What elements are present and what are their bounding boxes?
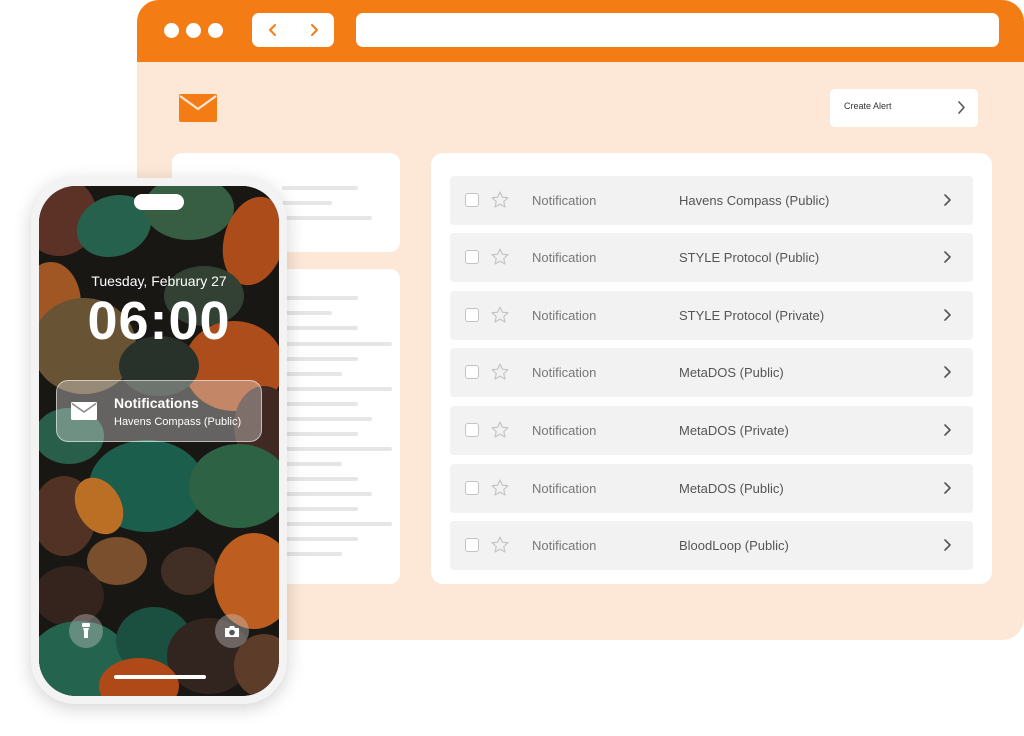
window-dot-close[interactable] [164,23,179,38]
row-type: Notification [532,250,597,265]
row-title: MetaDOS (Public) [679,365,784,380]
create-alert-button[interactable]: Create Alert [830,89,978,127]
placeholder-line [282,417,372,421]
window-dot-maximize[interactable] [208,23,223,38]
star-icon[interactable] [490,478,510,498]
row-type: Notification [532,308,597,323]
star-icon[interactable] [490,535,510,555]
row-checkbox[interactable] [465,481,479,495]
chevron-right-icon [310,24,318,36]
mail-logo-icon [179,94,217,127]
placeholder-line [282,311,332,315]
camera-icon [225,625,239,637]
row-type: Notification [532,193,597,208]
chevron-right-icon [958,101,965,114]
notification-title: Notifications [114,395,199,411]
row-title: STYLE Protocol (Public) [679,250,820,265]
placeholder-line [282,357,358,361]
chevron-right-icon[interactable] [942,308,952,322]
notification-row[interactable]: Notification MetaDOS (Private) [450,406,973,455]
placeholder-line [282,507,358,511]
dynamic-island [134,194,184,210]
row-checkbox[interactable] [465,250,479,264]
star-icon[interactable] [490,305,510,325]
notification-row[interactable]: Notification STYLE Protocol (Private) [450,291,973,340]
forward-button[interactable] [293,13,334,47]
placeholder-line [282,492,372,496]
placeholder-line [282,372,342,376]
chevron-right-icon[interactable] [942,423,952,437]
home-indicator[interactable] [114,675,206,679]
chevron-right-icon[interactable] [942,365,952,379]
placeholder-line [282,201,332,205]
row-checkbox[interactable] [465,538,479,552]
row-type: Notification [532,538,597,553]
mail-icon [71,402,97,420]
phone-mockup: Tuesday, February 27 06:00 Notifications… [31,178,287,704]
row-type: Notification [532,481,597,496]
notification-row[interactable]: Notification MetaDOS (Public) [450,464,973,513]
window-dot-minimize[interactable] [186,23,201,38]
chevron-right-icon[interactable] [942,193,952,207]
notification-subtitle: Havens Compass (Public) [114,416,242,428]
lock-screen: Tuesday, February 27 06:00 Notifications… [39,186,279,696]
notification-row[interactable]: Notification BloodLoop (Public) [450,521,973,570]
row-title: MetaDOS (Public) [679,481,784,496]
lock-notification[interactable]: Notifications Havens Compass (Public) [56,380,262,442]
row-checkbox[interactable] [465,423,479,437]
row-title: STYLE Protocol (Private) [679,308,825,323]
placeholder-line [282,432,358,436]
chevron-right-icon[interactable] [942,250,952,264]
placeholder-line [282,216,372,220]
placeholder-line [282,402,358,406]
placeholder-line [282,387,392,391]
row-type: Notification [532,423,597,438]
star-icon[interactable] [490,420,510,440]
row-title: BloodLoop (Public) [679,538,789,553]
placeholder-line [282,537,358,541]
address-bar[interactable] [356,13,999,47]
row-title: MetaDOS (Private) [679,423,789,438]
row-type: Notification [532,365,597,380]
notification-row[interactable]: Notification MetaDOS (Public) [450,348,973,397]
nav-buttons [252,13,334,47]
lock-date: Tuesday, February 27 [91,273,227,289]
browser-titlebar [137,0,1024,62]
notification-row[interactable]: Notification Havens Compass (Public) [450,176,973,225]
star-icon[interactable] [490,247,510,267]
star-icon[interactable] [490,362,510,382]
placeholder-line [282,326,358,330]
row-checkbox[interactable] [465,365,479,379]
row-checkbox[interactable] [465,193,479,207]
chevron-left-icon [268,24,276,36]
placeholder-line [282,186,358,190]
back-button[interactable] [252,13,293,47]
placeholder-line [282,342,392,346]
flashlight-icon [82,623,90,638]
notification-list-panel: Notification Havens Compass (Public) Not… [431,153,992,584]
camera-button[interactable] [215,614,249,648]
create-alert-label: Create Alert [844,101,892,111]
lock-time: 06:00 [87,291,231,351]
placeholder-line [282,522,392,526]
star-icon[interactable] [490,190,510,210]
flashlight-button[interactable] [69,614,103,648]
placeholder-line [282,296,358,300]
chevron-right-icon[interactable] [942,538,952,552]
placeholder-line [282,477,358,481]
placeholder-line [282,462,342,466]
notification-row[interactable]: Notification STYLE Protocol (Public) [450,233,973,282]
row-title: Havens Compass (Public) [679,193,830,208]
row-checkbox[interactable] [465,308,479,322]
placeholder-line [282,447,392,451]
chevron-right-icon[interactable] [942,481,952,495]
placeholder-line [282,552,342,556]
